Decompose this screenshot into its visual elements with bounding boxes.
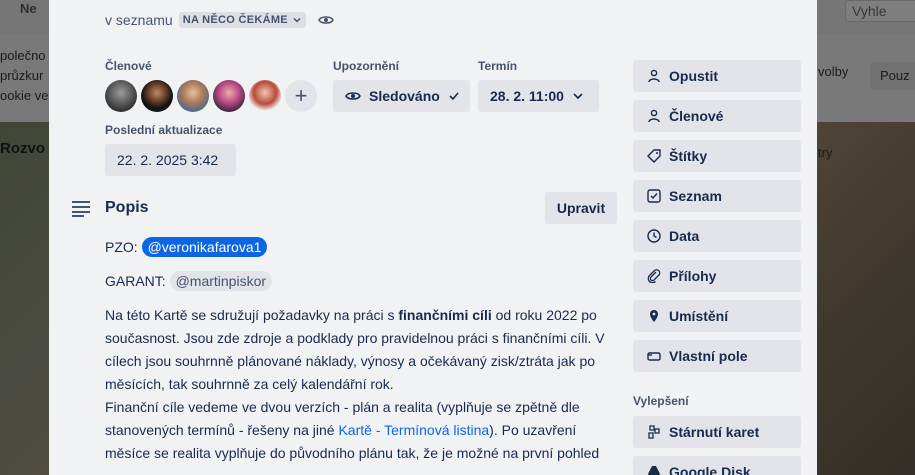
watch-label: Sledováno [369, 88, 440, 104]
members-button[interactable]: Členové [633, 100, 801, 132]
due-label: Termín [478, 59, 518, 73]
custom-field-icon [647, 352, 661, 361]
attachments-label: Přílohy [669, 268, 717, 284]
eye-icon[interactable] [318, 12, 334, 28]
labels-label: Štítky [669, 148, 708, 164]
eye-icon [345, 92, 361, 100]
list-name: NA NĚCO ČEKÁME [182, 14, 288, 26]
avatar[interactable] [141, 80, 173, 112]
avatar[interactable] [249, 80, 281, 112]
description-icon [72, 201, 90, 217]
card-sidebar: Opustit Členové Štítky Seznam Data Přílo… [633, 60, 801, 475]
checkbox-icon [647, 189, 661, 203]
description-title: Popis [105, 199, 149, 216]
card-aging-button[interactable]: Stárnutí karet [633, 416, 801, 448]
leave-button[interactable]: Opustit [633, 60, 801, 92]
card-aging-label: Stárnutí karet [669, 424, 760, 440]
list-selector[interactable]: NA NĚCO ČEKÁME [178, 12, 306, 28]
edit-description-button[interactable]: Upravit [545, 192, 617, 224]
watch-button[interactable]: Sledováno [333, 80, 470, 112]
chevron-down-icon [293, 17, 301, 23]
members-avatars: + [105, 80, 317, 112]
dates-label: Data [669, 228, 700, 244]
leave-label: Opustit [669, 68, 718, 84]
labels-button[interactable]: Štítky [633, 140, 801, 172]
text-bold: finančními cíli [398, 307, 492, 323]
checklist-button[interactable]: Seznam [633, 180, 801, 212]
google-drive-label: Google Disk [669, 464, 751, 475]
garant-line: GARANT: @martinpiskor [105, 270, 619, 293]
members-button-label: Členové [669, 108, 724, 124]
avatar[interactable] [105, 80, 137, 112]
avatar[interactable] [213, 80, 245, 112]
dates-button[interactable]: Data [633, 220, 801, 252]
description-paragraph-1: Na této Kartě se sdružují požadavky na p… [105, 304, 619, 396]
due-date-value: 28. 2. 11:00 [490, 88, 564, 104]
card-list-line: v seznamu NA NĚCO ČEKÁME [105, 12, 334, 28]
clock-icon [647, 229, 661, 243]
check-icon [449, 92, 459, 101]
person-icon [648, 109, 660, 123]
checklist-label: Seznam [669, 188, 722, 204]
mention-garant[interactable]: @martinpiskor [169, 271, 273, 291]
last-updated-value: 22. 2. 2025 3:42 [105, 144, 236, 176]
custom-fields-button[interactable]: Vlastní pole [633, 340, 801, 372]
last-updated-label: Poslední aktualizace [105, 123, 223, 137]
list-prefix: v seznamu [105, 12, 173, 28]
paperclip-icon [647, 269, 661, 283]
attachments-button[interactable]: Přílohy [633, 260, 801, 292]
description-content: PZO: @veronikafarova1 GARANT: @martinpis… [105, 236, 619, 475]
powerups-heading: Vylepšení [633, 394, 689, 408]
text-span: Na této Kartě se sdružují požadavky na p… [105, 307, 399, 323]
pzo-line: PZO: @veronikafarova1 [105, 236, 619, 259]
plus-icon: + [294, 83, 308, 108]
person-icon [648, 69, 660, 83]
card-aging-icon [648, 425, 660, 439]
pzo-label: PZO: [105, 239, 138, 255]
termin-link[interactable]: Kartě - Termínová listina [338, 422, 489, 438]
avatar[interactable] [177, 80, 209, 112]
location-label: Umístění [669, 308, 729, 324]
description-paragraph-2: Finanční cíle vedeme ve dvou verzích - p… [105, 396, 619, 465]
add-member-button[interactable]: + [285, 80, 317, 112]
garant-label: GARANT: [105, 273, 166, 289]
members-label: Členové [105, 59, 152, 73]
notifications-label: Upozornění [333, 59, 399, 73]
due-date-button[interactable]: 28. 2. 11:00 [478, 80, 599, 112]
google-drive-icon [648, 466, 660, 475]
card-modal: v seznamu NA NĚCO ČEKÁME Členové Upozorn… [49, 0, 817, 475]
tag-icon [647, 149, 661, 163]
google-drive-button[interactable]: Google Disk [633, 456, 801, 475]
mention-pzo[interactable]: @veronikafarova1 [141, 237, 268, 257]
chevron-down-icon [573, 93, 583, 100]
location-button[interactable]: Umístění [633, 300, 801, 332]
custom-fields-label: Vlastní pole [669, 348, 748, 364]
location-pin-icon [650, 310, 658, 322]
